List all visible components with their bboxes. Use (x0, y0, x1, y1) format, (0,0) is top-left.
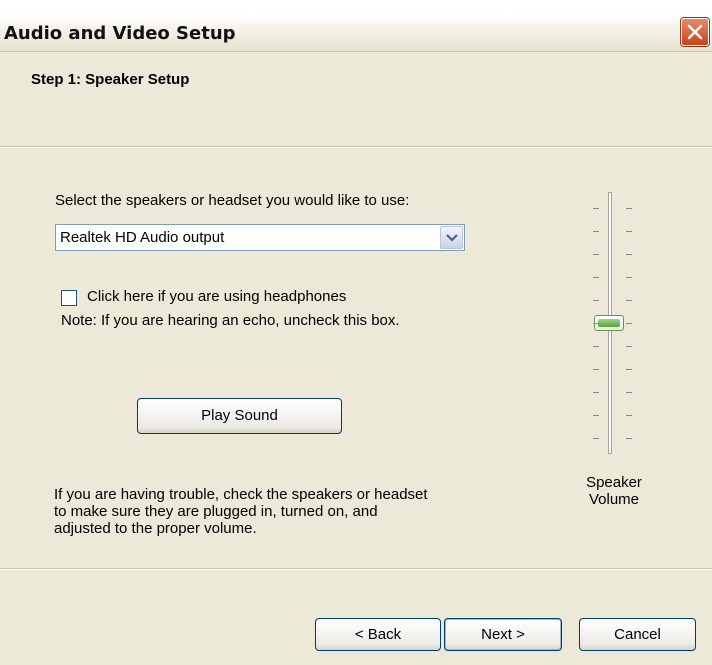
slider-tick (626, 254, 632, 255)
slider-tick (593, 231, 599, 232)
play-sound-button[interactable]: Play Sound (137, 398, 342, 434)
next-button-label: Next > (481, 626, 525, 643)
title-bar[interactable]: Audio and Video Setup (0, 14, 712, 52)
device-select-label: Select the speakers or headset you would… (55, 192, 410, 209)
step-title: Step 1: Speaker Setup (31, 71, 190, 88)
slider-tick (626, 392, 632, 393)
slider-tick (593, 208, 599, 209)
close-button[interactable] (681, 18, 709, 46)
slider-tick (593, 277, 599, 278)
close-icon (687, 24, 703, 40)
chevron-down-icon (446, 234, 458, 242)
back-button[interactable]: < Back (315, 618, 441, 651)
slider-tick (626, 323, 632, 324)
slider-tick (593, 438, 599, 439)
slider-tick (626, 300, 632, 301)
speaker-volume-slider[interactable] (586, 192, 646, 454)
slider-tick (593, 369, 599, 370)
slider-tick (626, 438, 632, 439)
cropped-text-above (0, 0, 712, 14)
speaker-volume-label-line1: Speaker (586, 474, 642, 491)
troubleshooting-line-3: adjusted to the proper volume. (54, 520, 257, 537)
headphones-checkbox[interactable] (61, 290, 77, 306)
slider-tick (593, 323, 599, 324)
headphones-checkbox-label[interactable]: Click here if you are using headphones (87, 288, 346, 305)
speaker-volume-label: Speaker Volume (569, 474, 659, 508)
next-button[interactable]: Next > (444, 618, 562, 651)
slider-tick (626, 231, 632, 232)
footer-divider-highlight (0, 569, 712, 570)
slider-tick (626, 369, 632, 370)
speaker-device-select[interactable]: Realtek HD Audio output (55, 224, 465, 251)
back-button-label: < Back (354, 626, 402, 643)
slider-tick (593, 346, 599, 347)
cancel-button[interactable]: Cancel (579, 618, 696, 651)
troubleshooting-line-1: If you are having trouble, check the spe… (54, 486, 428, 503)
wizard-header: Step 1: Speaker Setup (0, 52, 712, 148)
speaker-device-value: Realtek HD Audio output (60, 229, 225, 246)
slider-tick (626, 208, 632, 209)
slider-tick (626, 277, 632, 278)
cancel-button-label: Cancel (614, 626, 661, 643)
window-title: Audio and Video Setup (4, 23, 236, 44)
dropdown-button[interactable] (440, 226, 463, 249)
slider-tick (593, 392, 599, 393)
play-sound-label: Play Sound (201, 407, 278, 424)
troubleshooting-line-2: to make sure they are plugged in, turned… (54, 503, 378, 520)
slider-tick (626, 415, 632, 416)
echo-note: Note: If you are hearing an echo, unchec… (61, 312, 400, 329)
dialog-window: Audio and Video Setup Step 1: Speaker Se… (0, 14, 712, 665)
slider-tick (593, 300, 599, 301)
slider-tick (593, 254, 599, 255)
speaker-volume-label-line2: Volume (588, 491, 640, 508)
slider-tick (593, 415, 599, 416)
slider-tick (626, 346, 632, 347)
troubleshooting-text: If you are having trouble, check the spe… (54, 486, 428, 537)
wizard-content: Select the speakers or headset you would… (0, 148, 712, 566)
